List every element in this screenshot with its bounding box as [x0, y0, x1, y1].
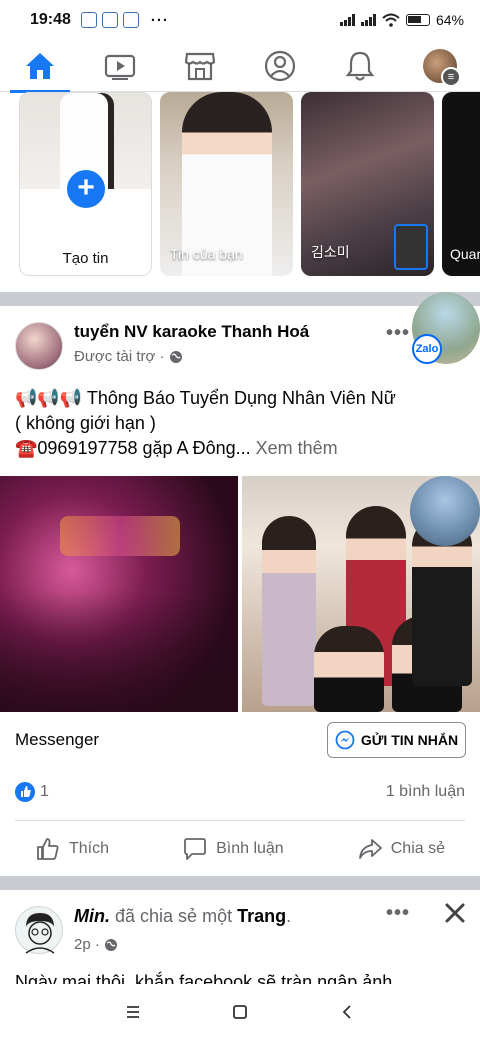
story-name: Tin của bạn [170, 246, 243, 262]
like-reaction-icon [15, 782, 35, 802]
bell-icon [345, 51, 375, 81]
comment-label: Bình luận [216, 839, 284, 857]
recent-apps-button[interactable] [113, 992, 153, 1032]
tab-home[interactable] [10, 40, 70, 93]
story-card[interactable]: Tin của bạn [160, 92, 293, 276]
battery-level: 64% [435, 12, 464, 28]
status-time: 19:48 [30, 11, 71, 28]
feed-divider [0, 876, 480, 890]
sponsored-label: Được tài trợ · [74, 348, 165, 365]
more-options-icon[interactable]: ••• [386, 322, 410, 345]
profile-icon [264, 50, 296, 81]
phone-text: ☎️0969197758 gặp A Đông... [15, 438, 251, 458]
send-message-button[interactable]: GỬI TIN NHẮN [327, 722, 466, 758]
marketplace-icon [184, 52, 216, 80]
post-meta: Được tài trợ · [74, 348, 183, 365]
feed-divider [0, 292, 480, 306]
shared-post-meta: 2p · [74, 936, 118, 953]
comment-icon [184, 837, 206, 860]
post-image-karaoke[interactable] [0, 476, 238, 712]
more-options-icon[interactable]: ••• [386, 902, 410, 925]
create-story-label: Tạo tin [62, 250, 109, 267]
post-text: 📢📢📢 Thông Báo Tuyển Dụng Nhân Viên Nữ ( … [15, 386, 465, 461]
author-name[interactable]: Min. [74, 906, 110, 926]
post-text-line: ☎️0969197758 gặp A Đông... Xem thêm [15, 436, 465, 461]
back-button[interactable] [327, 992, 367, 1032]
story-card[interactable]: Quan [442, 92, 480, 276]
share-icon [358, 838, 382, 859]
status-bar: 19:48 ··· 64% [0, 0, 480, 40]
cta-label: Messenger [15, 730, 100, 749]
signal-icon-2 [360, 14, 376, 26]
share-button[interactable]: Chia sẻ [357, 836, 445, 862]
reactions-bar: 1 1 bình luận [0, 780, 480, 808]
comment-button[interactable]: Bình luận [182, 836, 284, 862]
watch-icon [104, 54, 136, 80]
post-header: tuyển NV karaoke Thanh Hoá Được tài trợ … [0, 292, 480, 378]
globe-icon [169, 350, 182, 363]
story-name: 김소미 [311, 244, 350, 260]
post-media [0, 476, 480, 712]
post-cta: Messenger GỬI TIN NHẮN [0, 716, 480, 766]
tab-notifications[interactable] [330, 40, 390, 92]
top-nav [0, 40, 480, 93]
comment-count[interactable]: 1 bình luận [386, 783, 465, 801]
post-text-line: ( không giới hạn ) [15, 413, 156, 433]
post-time[interactable]: 2p · [74, 936, 100, 953]
like-label: Thích [69, 839, 110, 857]
notification-icons [80, 12, 139, 28]
shared-post: Min. đã chia sẻ một Trang. 2p · ••• Ngày… [0, 890, 480, 984]
page-avatar[interactable] [15, 322, 63, 370]
create-story-card[interactable]: + Tạo tin [19, 92, 152, 276]
post-text-line: 📢📢📢 Thông Báo Tuyển Dụng Nhân Viên Nữ [15, 388, 396, 408]
zalo-badge[interactable]: Zalo [412, 292, 480, 364]
like-count[interactable]: 1 [40, 783, 49, 801]
story-card[interactable]: 김소미 [301, 92, 434, 276]
post-image-group[interactable] [242, 476, 480, 712]
globe-icon [104, 938, 117, 951]
like-button[interactable]: Thích [35, 836, 109, 862]
shared-post-headline: Min. đã chia sẻ một Trang. [74, 906, 291, 927]
zalo-label: Zalo [412, 334, 442, 364]
square-icon [233, 1005, 247, 1019]
menu-avatar [423, 48, 461, 87]
close-icon[interactable] [442, 900, 468, 926]
story-thumbnail [394, 224, 428, 270]
share-label: Chia sẻ [390, 839, 445, 857]
post-text-preview: Ngày mai thôi, khắp facebook sẽ tràn ngậ… [15, 972, 393, 984]
send-message-label: GỬI TIN NHẮN [360, 732, 459, 748]
shared-target[interactable]: Trang [237, 906, 286, 926]
home-button[interactable] [220, 992, 260, 1032]
plus-icon[interactable]: + [64, 167, 108, 211]
tab-profile[interactable] [250, 40, 310, 92]
tab-watch[interactable] [90, 40, 150, 92]
shared-verb: đã chia sẻ một [115, 906, 233, 926]
tab-menu[interactable] [410, 40, 470, 92]
tab-marketplace[interactable] [170, 40, 230, 92]
story-name: Quan [450, 246, 480, 262]
home-icon [26, 52, 54, 79]
messenger-bubble-avatar[interactable] [410, 476, 480, 546]
stories-row: + Tạo tin Tin của bạn 김소미 Quan [0, 92, 480, 292]
status-more: ··· [150, 11, 169, 29]
post-actions: Thích Bình luận Chia sẻ [15, 820, 465, 876]
thumbs-up-icon [37, 837, 59, 860]
messenger-icon [335, 730, 355, 750]
menu-lines-icon [127, 1006, 140, 1018]
signal-icon [339, 14, 355, 26]
battery-icon [405, 14, 430, 26]
see-more-link[interactable]: Xem thêm [256, 438, 338, 458]
wifi-icon [382, 13, 400, 27]
user-avatar[interactable] [15, 906, 63, 954]
back-chevron-icon [342, 1005, 351, 1019]
page-name[interactable]: tuyển NV karaoke Thanh Hoá [74, 322, 309, 342]
shared-period: . [286, 906, 292, 926]
system-nav-bar [0, 984, 480, 1040]
